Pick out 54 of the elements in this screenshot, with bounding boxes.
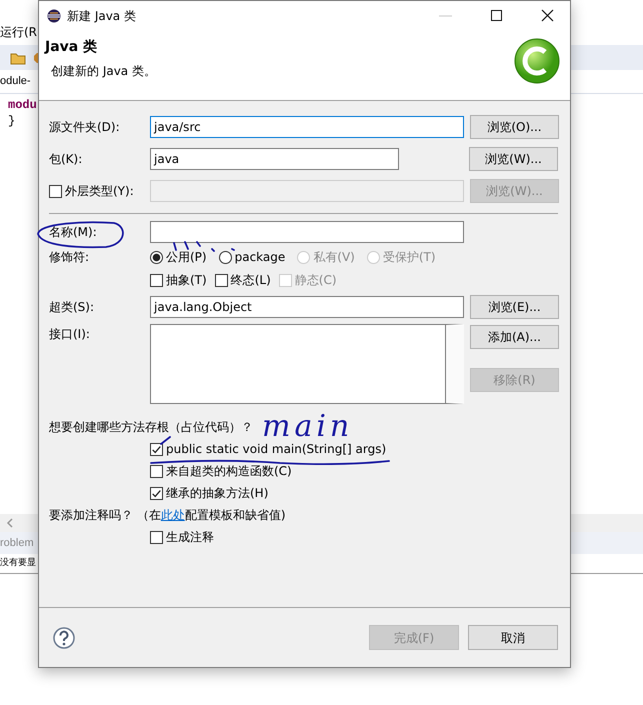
field-label: 外层类型(Y): xyxy=(65,183,134,200)
option-label: 生成注释 xyxy=(166,529,214,546)
menu-item[interactable]: 运行(R xyxy=(0,22,38,40)
field-label: 源文件夹(D): xyxy=(49,120,120,134)
option-label: 抽象(T) xyxy=(166,272,207,289)
checkbox[interactable] xyxy=(150,464,163,478)
template-link[interactable]: 此处 xyxy=(160,508,185,522)
field-label: 超类(S): xyxy=(49,300,94,314)
handwritten-note: main xyxy=(262,412,354,442)
input-field[interactable] xyxy=(150,221,464,243)
checkbox[interactable] xyxy=(150,274,163,286)
option-label: 受保护(T) xyxy=(382,249,436,266)
option-label: 静态(C) xyxy=(294,272,337,289)
checkbox[interactable] xyxy=(150,442,163,456)
input-field[interactable]: java.lang.Object xyxy=(150,296,464,318)
scroll-left-icon xyxy=(6,518,14,528)
field-label: 修饰符: xyxy=(49,250,90,264)
editor-tab[interactable]: odule- xyxy=(0,73,31,90)
input-field[interactable]: java/src xyxy=(150,116,464,138)
radio-button[interactable] xyxy=(218,250,232,264)
option-label: 终态(L) xyxy=(230,272,271,289)
field-label: 接口(I): xyxy=(49,327,90,341)
option-label: 私有(V) xyxy=(313,249,355,266)
dialog-heading: Java 类 xyxy=(45,38,98,57)
input-field[interactable]: java xyxy=(150,148,399,170)
option-label: 继承的抽象方法(H) xyxy=(166,485,268,502)
ink-scribble xyxy=(172,241,236,252)
field-label: 名称(M): xyxy=(49,225,97,239)
question-text: 想要创建哪些方法存根（占位代码）？ xyxy=(49,420,253,434)
option-label: public static void main(String[] args) xyxy=(166,441,386,458)
browse-button[interactable]: 浏览(W)... xyxy=(469,147,558,171)
app-icon xyxy=(47,9,61,23)
radio-button[interactable] xyxy=(150,250,163,264)
dialog-button[interactable]: 取消 xyxy=(468,625,558,650)
option-label: 公用(P) xyxy=(166,249,207,266)
option-label: package xyxy=(234,249,286,266)
help-icon[interactable] xyxy=(53,626,75,648)
interface-list[interactable] xyxy=(150,324,464,404)
browse-button[interactable]: 浏览(O)... xyxy=(470,115,559,139)
code-line: } xyxy=(8,114,16,128)
option-label: 来自超类的构造函数(C) xyxy=(166,463,292,480)
status-message: 没有要显 xyxy=(0,556,36,570)
checkbox[interactable] xyxy=(214,274,228,286)
list-button[interactable]: 添加(A)... xyxy=(470,325,559,349)
window-title: 新建 Java 类 xyxy=(67,8,136,25)
checkbox[interactable] xyxy=(150,486,163,500)
question-text: 要添加注释吗？ （在此处配置模板和缺省值) xyxy=(49,507,286,524)
folder-icon xyxy=(10,50,26,64)
dialog-description: 创建新的 Java 类。 xyxy=(50,63,156,80)
field-label: 包(K): xyxy=(49,152,82,166)
code-line: modu xyxy=(8,98,37,112)
checkbox[interactable] xyxy=(150,530,163,544)
browse-button[interactable]: 浏览(E)... xyxy=(470,295,559,319)
ink-stroke xyxy=(158,436,172,445)
